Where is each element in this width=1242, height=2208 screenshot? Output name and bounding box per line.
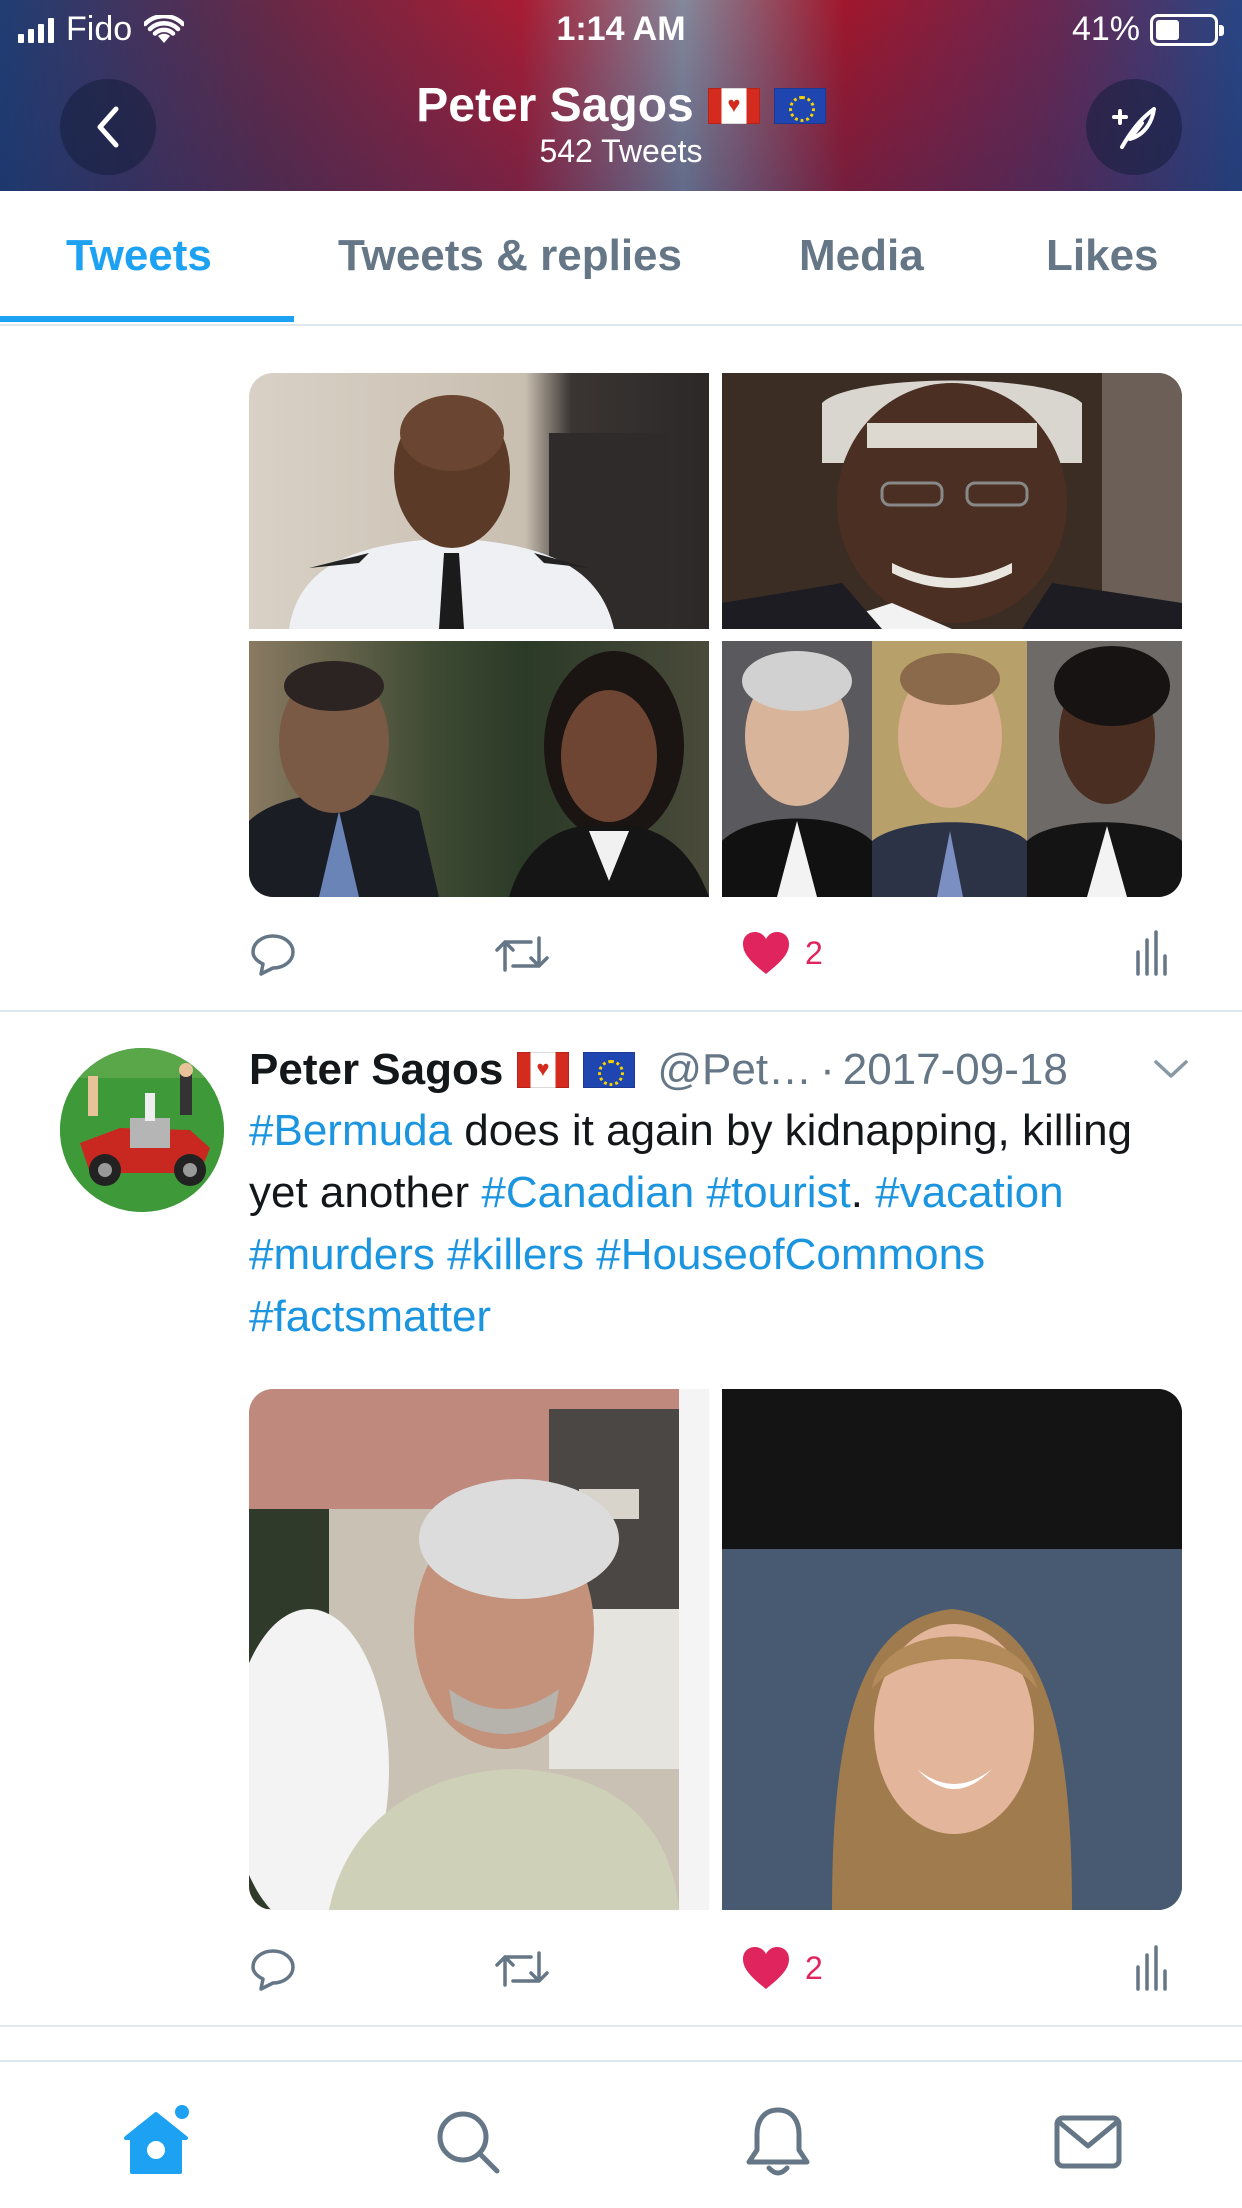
tab-likes[interactable]: Likes	[1046, 231, 1159, 281]
analytics-button[interactable]	[1134, 1945, 1168, 1991]
reply-icon	[251, 1949, 295, 1991]
like-button[interactable]: 2	[741, 1945, 823, 1991]
photo-three-lawyers[interactable]	[722, 641, 1182, 897]
tweet-count: 542 Tweets	[539, 133, 703, 169]
status-time: 1:14 AM	[556, 10, 686, 48]
search-icon	[437, 2111, 500, 2174]
active-tab-indicator	[0, 316, 294, 322]
compose-quill-icon	[1112, 107, 1156, 149]
tweet-text-segment	[694, 1168, 706, 1217]
reply-icon	[251, 934, 295, 976]
tweet-divider	[0, 2025, 1242, 2027]
tweet-text-segment: .	[850, 1168, 876, 1217]
tweet-text: #Bermuda does it again by kidnapping, ki…	[249, 1100, 1189, 1348]
chevron-down-icon[interactable]	[1153, 1058, 1189, 1080]
header-title-block: Peter Sagos 542 Tweets	[0, 78, 1242, 170]
nav-search[interactable]	[428, 2102, 508, 2182]
tweet-header: Peter Sagos @Pet… · 2017-09-18	[249, 1040, 1189, 1100]
tab-tweets-and-replies[interactable]: Tweets & replies	[338, 231, 682, 281]
hashtag-link[interactable]: #factsmatter	[249, 1292, 491, 1341]
hashtag-link[interactable]: #tourist	[706, 1168, 850, 1217]
retweet-button[interactable]	[493, 930, 551, 978]
profile-tabs: Tweets Tweets & replies Media Likes	[0, 191, 1242, 326]
hashtag-link[interactable]: #vacation	[875, 1168, 1063, 1217]
eu-flag-icon	[773, 87, 826, 124]
author-name-group[interactable]: Peter Sagos	[249, 1045, 636, 1095]
nav-home[interactable]	[116, 2102, 196, 2182]
canada-flag-icon	[707, 87, 760, 124]
battery-icon	[1150, 13, 1224, 46]
like-button[interactable]: 2	[741, 930, 823, 976]
compose-tweet-button[interactable]	[1086, 79, 1182, 175]
retweet-button[interactable]	[493, 1945, 551, 1993]
reply-button[interactable]	[249, 930, 297, 978]
author-handle: @Pet…	[657, 1045, 813, 1094]
heart-filled-icon	[743, 932, 789, 974]
analytics-button[interactable]	[1134, 930, 1168, 976]
status-bar: Fido 1:14 AM 41%	[0, 0, 1242, 60]
like-count: 2	[805, 1949, 823, 1986]
home-icon	[124, 2105, 189, 2174]
messages-icon	[1054, 2115, 1122, 2169]
nav-notifications[interactable]	[738, 2102, 818, 2182]
hashtag-link[interactable]: #Canadian	[481, 1168, 694, 1217]
status-right: 41%	[1071, 10, 1224, 49]
nav-messages[interactable]	[1048, 2102, 1128, 2182]
analytics-icon	[1136, 1945, 1167, 1991]
reply-button[interactable]	[249, 1945, 297, 1993]
profile-header: Fido 1:14 AM 41% Peter Sagos 542 Tweets	[0, 0, 1242, 191]
tweet-text-segment	[435, 1230, 447, 1279]
retweet-icon	[495, 1951, 549, 1987]
hashtag-link[interactable]: #killers	[447, 1230, 584, 1279]
photo-officer-uniform[interactable]	[249, 373, 709, 629]
like-count: 2	[805, 934, 823, 971]
photo-older-man[interactable]	[249, 1389, 709, 1910]
tab-media[interactable]: Media	[799, 231, 924, 281]
tweet-media-grid[interactable]	[249, 373, 1182, 897]
heart-filled-icon	[743, 1947, 789, 1989]
tweet-actions: 2	[249, 930, 1169, 990]
bottom-tab-bar	[0, 2060, 1242, 2208]
author-avatar[interactable]	[60, 1048, 224, 1212]
notifications-icon	[746, 2107, 810, 2176]
tweet-media-grid[interactable]	[249, 1389, 1182, 1910]
tab-tweets[interactable]: Tweets	[66, 231, 212, 281]
analytics-icon	[1136, 930, 1167, 976]
tweet-divider	[0, 1010, 1242, 1012]
tweet-date: 2017-09-18	[842, 1045, 1068, 1094]
tweet-actions: 2	[249, 1945, 1169, 2005]
hashtag-link[interactable]: #murders	[249, 1230, 435, 1279]
photo-man-and-woman[interactable]	[249, 641, 709, 897]
meta-separator: ·	[820, 1045, 835, 1094]
tweet-text-segment	[584, 1230, 596, 1279]
header-name: Peter Sagos	[416, 79, 694, 132]
battery-percent: 41%	[1071, 10, 1140, 48]
retweet-icon	[495, 936, 549, 972]
author-name: Peter Sagos	[249, 1045, 504, 1094]
hashtag-link[interactable]: #Bermuda	[249, 1106, 452, 1155]
photo-judge-wig[interactable]	[722, 373, 1182, 629]
canada-flag-icon	[517, 1052, 570, 1088]
eu-flag-icon	[583, 1052, 636, 1088]
photo-young-woman[interactable]	[722, 1389, 1182, 1910]
hashtag-link[interactable]: #HouseofCommons	[596, 1230, 985, 1279]
